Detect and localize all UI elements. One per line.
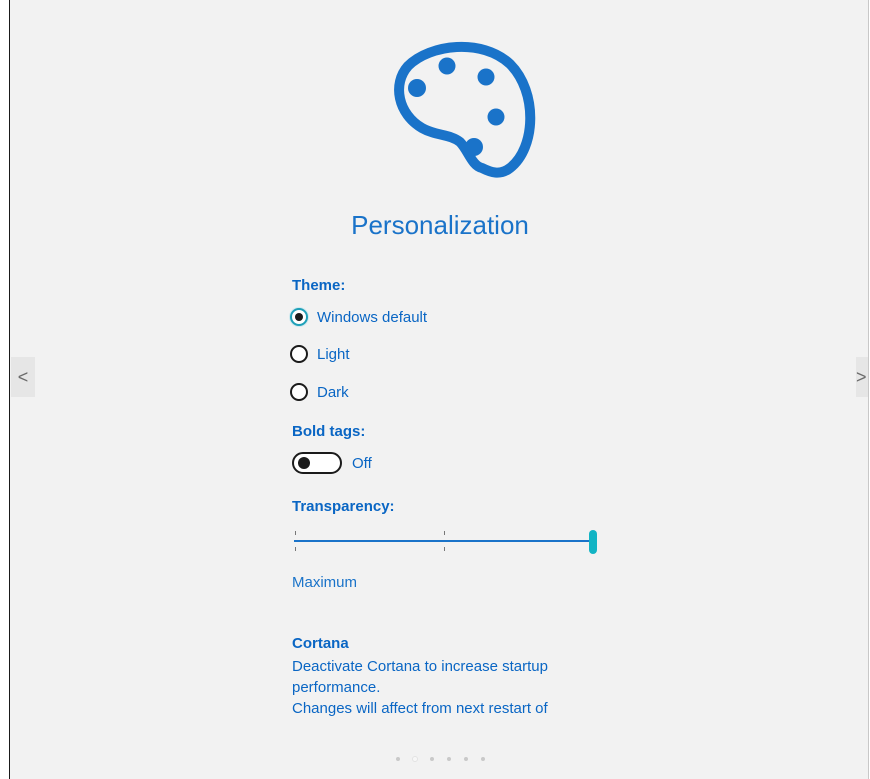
toggle-knob [298, 457, 310, 469]
cortana-description: Deactivate Cortana to increase startup p… [292, 656, 622, 719]
theme-option-windows-default[interactable]: Windows default [290, 304, 427, 330]
page-dot[interactable] [481, 757, 485, 761]
theme-option-label: Windows default [317, 308, 428, 326]
theme-label: Theme: [292, 277, 346, 294]
page-indicator [396, 757, 498, 761]
slider-tick [444, 547, 445, 551]
cortana-description-line: Changes will affect from next restart of [292, 700, 548, 717]
chevron-left-icon: < [17, 366, 29, 387]
next-page-button[interactable]: > [856, 357, 868, 397]
slider-tick [444, 531, 445, 535]
page-dot[interactable] [447, 757, 451, 761]
bold-tags-toggle-row: Off [292, 452, 372, 474]
theme-option-light[interactable]: Light [290, 341, 350, 367]
slider-thumb[interactable] [589, 530, 597, 554]
bold-tags-toggle[interactable] [292, 452, 342, 474]
page-dot-active[interactable] [413, 757, 417, 761]
radio-dot [295, 313, 303, 321]
page-title: Personalization [351, 210, 529, 240]
theme-option-label: Light [317, 345, 350, 363]
transparency-slider[interactable] [292, 527, 602, 557]
personalization-panel: < > Personalization Theme: Windows defau… [9, 0, 869, 779]
page-dot[interactable] [430, 757, 434, 761]
page-dot[interactable] [396, 757, 400, 761]
radio-button[interactable] [290, 383, 308, 401]
previous-page-button[interactable]: < [11, 357, 35, 397]
slider-track[interactable] [294, 540, 594, 542]
theme-option-dark[interactable]: Dark [290, 379, 349, 405]
radio-button[interactable] [290, 345, 308, 363]
bold-tags-label: Bold tags: [292, 423, 366, 440]
palette-icon [394, 42, 536, 178]
theme-option-label: Dark [317, 383, 349, 401]
slider-tick [295, 531, 296, 535]
cortana-description-line: performance. [292, 679, 381, 696]
transparency-value: Maximum [292, 574, 358, 591]
toggle-state-label: Off [352, 454, 372, 472]
cortana-description-line: Deactivate Cortana to increase startup [292, 658, 548, 675]
chevron-right-icon: > [856, 366, 867, 387]
cortana-heading: Cortana [292, 635, 349, 652]
slider-tick [295, 547, 296, 551]
page-dot[interactable] [464, 757, 468, 761]
radio-button-checked[interactable] [290, 308, 308, 326]
transparency-label: Transparency: [292, 498, 395, 515]
